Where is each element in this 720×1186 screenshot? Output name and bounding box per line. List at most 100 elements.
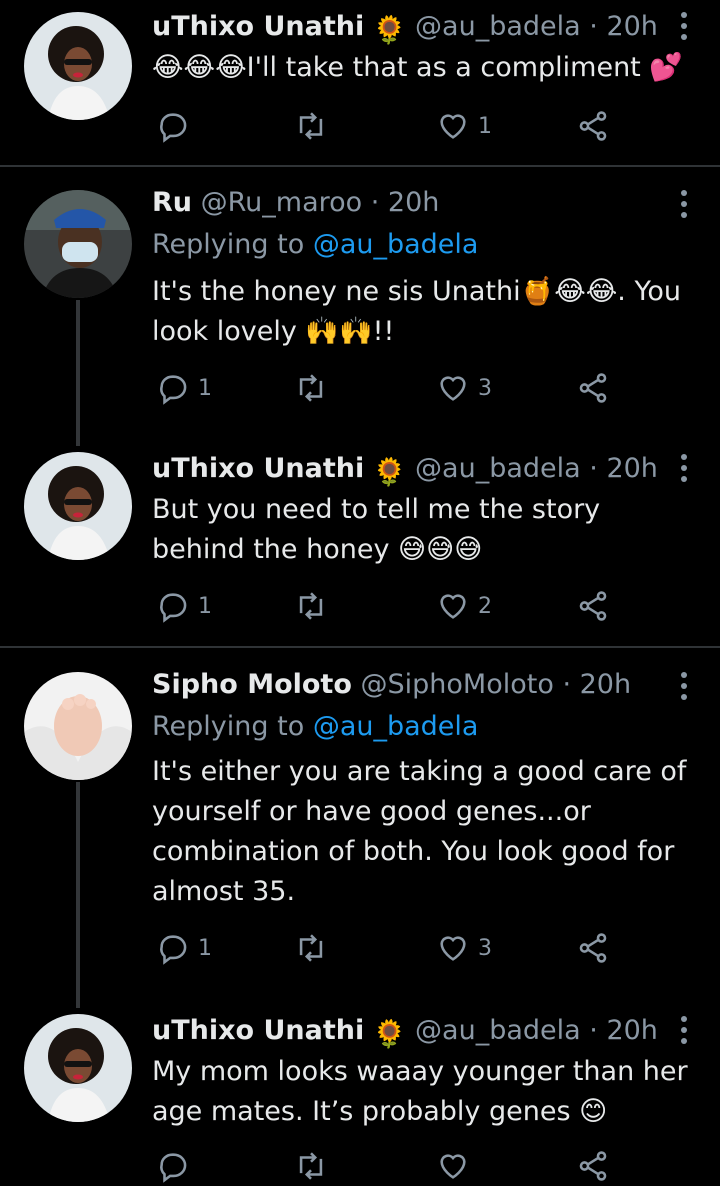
reply-icon	[160, 593, 187, 623]
replying-to-label: Replying to	[152, 229, 305, 260]
retweet-icon	[299, 592, 323, 620]
like-icon	[440, 936, 466, 961]
tweet-actions: 1	[152, 106, 622, 146]
avatar[interactable]	[24, 1014, 132, 1122]
more-icon[interactable]	[680, 454, 688, 487]
reply-button[interactable]: 1	[156, 928, 212, 968]
retweet-button[interactable]	[294, 1146, 336, 1186]
share-button[interactable]	[576, 928, 610, 968]
sunflower-icon: 🌻	[372, 1019, 407, 1050]
share-button[interactable]	[576, 106, 610, 146]
display-name[interactable]: Ru	[152, 187, 192, 218]
more-icon[interactable]	[680, 1016, 688, 1049]
tweet-text: It's the honey ne sis Unathi🍯😂😂. You loo…	[152, 276, 681, 347]
like-icon	[440, 1154, 466, 1179]
like-count: 3	[478, 935, 492, 961]
reply-count: 1	[198, 375, 212, 401]
share-icon	[579, 1151, 607, 1181]
tweet-actions: 1 2	[152, 586, 622, 626]
more-icon[interactable]	[680, 12, 688, 45]
replying-to-label: Replying to	[152, 711, 305, 742]
timestamp[interactable]: · 20h	[589, 1015, 658, 1046]
display-name[interactable]: uThixo Unathi	[152, 453, 364, 484]
reply-count: 1	[198, 593, 212, 619]
reply-button[interactable]: 1	[156, 368, 212, 408]
tweet-header: uThixo Unathi 🌻 @au_badela · 20h	[152, 452, 680, 490]
replying-to-mention[interactable]: @au_badela	[313, 711, 479, 742]
tweet-text: But you need to tell me the story behind…	[152, 494, 601, 565]
share-button[interactable]	[576, 1146, 610, 1186]
like-count: 3	[478, 375, 492, 401]
tweet-text: It's either you are taking a good care o…	[152, 756, 687, 907]
reply-button[interactable]: 1	[156, 586, 212, 626]
handle[interactable]: @SiphoMoloto	[360, 669, 553, 700]
display-name[interactable]: Sipho Moloto	[152, 669, 352, 700]
reply-count: 1	[198, 935, 212, 961]
timestamp[interactable]: · 20h	[562, 669, 631, 700]
like-icon	[440, 114, 466, 139]
handle[interactable]: @au_badela	[415, 11, 581, 42]
share-icon	[579, 373, 607, 403]
more-icon[interactable]	[680, 190, 688, 223]
display-name[interactable]: uThixo Unathi	[152, 1015, 364, 1046]
handle[interactable]: @au_badela	[415, 1015, 581, 1046]
tweet[interactable]: Sipho Moloto @SiphoMoloto · 20h Replying…	[0, 650, 720, 1006]
avatar[interactable]	[24, 12, 132, 120]
tweet-actions: 1 3	[152, 928, 622, 968]
retweet-button[interactable]	[294, 368, 336, 408]
reply-button[interactable]	[156, 106, 198, 146]
tweet[interactable]: uThixo Unathi 🌻 @au_badela · 20h But you…	[0, 444, 720, 644]
tweet[interactable]: uThixo Unathi 🌻 @au_badela · 20h My mom …	[0, 1006, 720, 1183]
tweet-header: uThixo Unathi 🌻 @au_badela · 20h	[152, 1014, 680, 1052]
tweet-header: Ru @Ru_maroo · 20h	[152, 186, 680, 220]
tweet-actions	[152, 1146, 622, 1186]
retweet-icon	[299, 374, 323, 402]
replying-to: Replying to @au_badela	[152, 228, 478, 262]
replying-to-mention[interactable]: @au_badela	[313, 229, 479, 260]
reply-icon	[160, 1153, 187, 1183]
tweet-text: My mom looks waaay younger than her age …	[152, 1056, 688, 1127]
handle[interactable]: @Ru_maroo	[201, 187, 363, 218]
share-button[interactable]	[576, 368, 610, 408]
like-button[interactable]: 2	[436, 586, 492, 626]
like-icon	[440, 594, 466, 619]
retweet-button[interactable]	[294, 586, 336, 626]
like-button[interactable]	[436, 1146, 478, 1186]
tweet-header: Sipho Moloto @SiphoMoloto · 20h	[152, 668, 680, 702]
sunflower-icon: 🌻	[372, 457, 407, 488]
display-name[interactable]: uThixo Unathi	[152, 11, 364, 42]
reply-button[interactable]	[156, 1146, 198, 1186]
like-button[interactable]: 1	[436, 106, 492, 146]
retweet-button[interactable]	[294, 928, 336, 968]
reply-icon	[160, 935, 187, 965]
share-button[interactable]	[576, 586, 610, 626]
avatar[interactable]	[24, 452, 132, 560]
retweet-icon	[299, 1152, 323, 1180]
tweet[interactable]: Ru @Ru_maroo · 20h Replying to @au_badel…	[0, 168, 720, 430]
like-button[interactable]: 3	[436, 928, 492, 968]
like-count: 2	[478, 593, 492, 619]
tweet[interactable]: uThixo Unathi 🌻 @au_badela · 20h 😂😂😂I'll…	[0, 0, 720, 164]
reply-icon	[160, 375, 187, 405]
divider	[0, 646, 720, 648]
sunflower-icon: 🌻	[372, 15, 407, 46]
tweet-text: 😂😂😂I'll take that as a compliment 💕	[152, 52, 683, 83]
timestamp[interactable]: · 20h	[589, 11, 658, 42]
retweet-icon	[299, 112, 323, 140]
avatar[interactable]	[24, 190, 132, 298]
retweet-button[interactable]	[294, 106, 336, 146]
replying-to: Replying to @au_badela	[152, 710, 478, 744]
timestamp[interactable]: · 20h	[371, 187, 440, 218]
share-icon	[579, 933, 607, 963]
like-count: 1	[478, 113, 492, 139]
timestamp[interactable]: · 20h	[589, 453, 658, 484]
avatar[interactable]	[24, 672, 132, 780]
tweet-header: uThixo Unathi 🌻 @au_badela · 20h	[152, 10, 680, 48]
more-icon[interactable]	[680, 672, 688, 705]
handle[interactable]: @au_badela	[415, 453, 581, 484]
divider	[0, 165, 720, 167]
retweet-icon	[299, 934, 323, 962]
like-icon	[440, 376, 466, 401]
like-button[interactable]: 3	[436, 368, 492, 408]
share-icon	[579, 591, 607, 621]
